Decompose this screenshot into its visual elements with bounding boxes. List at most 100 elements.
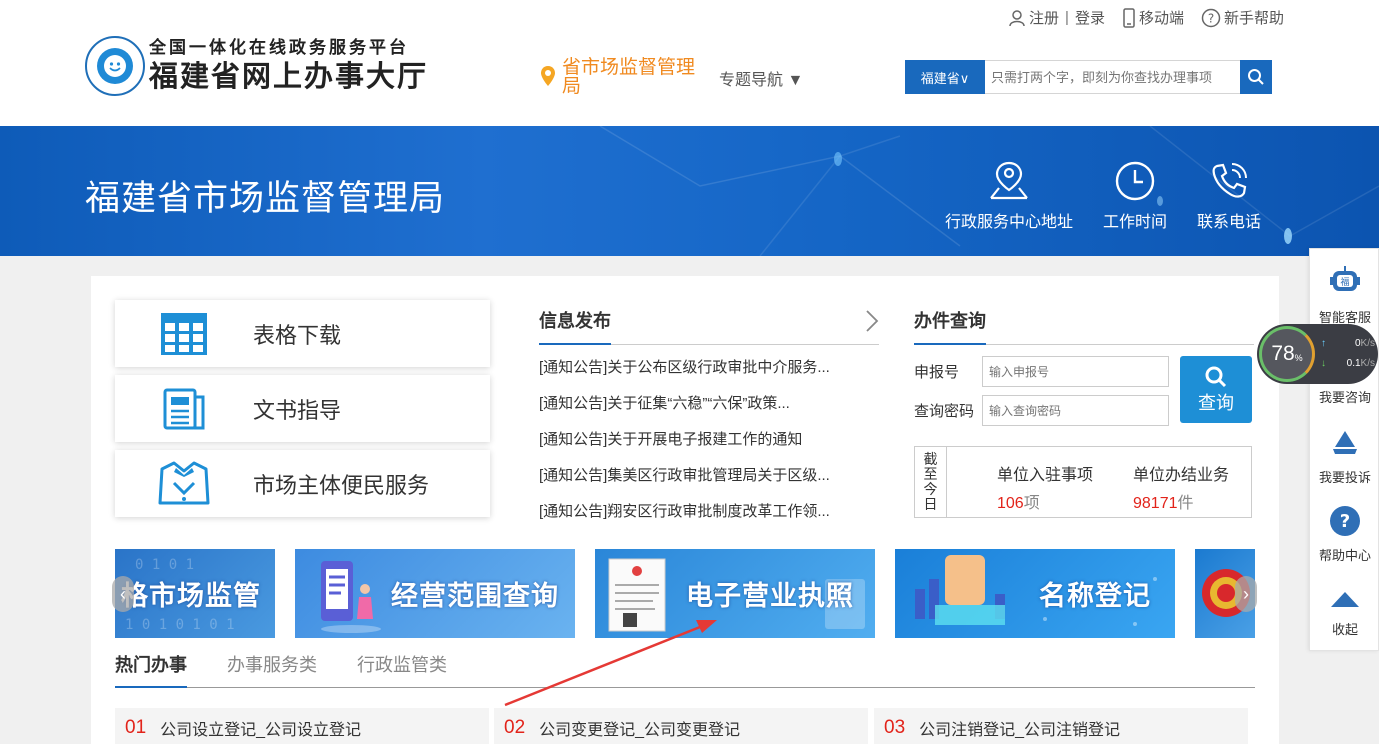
help-label: 新手帮助 xyxy=(1223,10,1284,27)
search-button[interactable] xyxy=(1240,60,1272,94)
query-button[interactable]: 查询 xyxy=(1180,356,1252,423)
stat-items-value: 106 xyxy=(997,495,1024,512)
header: 注册 | 登录 移动端 ? 新手帮助 全国一体化在线政务服务平台 福建省网上办事… xyxy=(0,0,1379,126)
carousel-prev-button[interactable]: ‹ xyxy=(112,576,134,612)
work-hours-link[interactable]: 工作时间 xyxy=(1103,160,1167,232)
network-speed-widget[interactable]: 78% ↑ 0K/s ↓ 0.1K/s xyxy=(1257,324,1378,384)
news-title: 信息发布 xyxy=(539,309,611,345)
chevron-right-icon xyxy=(866,310,879,332)
register-link[interactable]: 注册 xyxy=(1008,7,1059,28)
slide-title: 经营范围查询 xyxy=(391,581,559,611)
service-center-address-link[interactable]: 行政服务中心地址 xyxy=(945,160,1073,232)
search-bar: 福建省∨ xyxy=(905,60,1272,94)
hot-item-number: 01 xyxy=(125,717,147,738)
stat-completed-label: 单位办结业务 xyxy=(1133,467,1230,484)
news-item[interactable]: [通知公告]关于征集“六稳”“六保”政策... xyxy=(539,392,879,428)
carousel-slide-e-license[interactable]: 电子营业执照 xyxy=(595,549,875,638)
hot-item[interactable]: 01 公司设立登记_公司设立登记 xyxy=(115,708,489,744)
service-center-address-label: 行政服务中心地址 xyxy=(945,214,1074,231)
carousel-slide-business-scope[interactable]: 经营范围查询 xyxy=(295,549,575,638)
location-label: 省市场监督管理局 xyxy=(562,57,696,97)
carousel-next-button[interactable]: › xyxy=(1235,576,1257,612)
search-region-select[interactable]: 福建省∨ xyxy=(905,60,985,94)
tab-administrative-supervision[interactable]: 行政监管类 xyxy=(357,652,447,688)
query-button-label: 查询 xyxy=(1198,392,1234,413)
collapse-label: 收起 xyxy=(1331,622,1358,637)
divider: | xyxy=(1065,9,1069,26)
topic-nav-dropdown[interactable]: 专题导航 ▼ xyxy=(719,66,803,90)
work-hours-label: 工作时间 xyxy=(1103,214,1168,231)
mobile-icon xyxy=(1123,7,1135,28)
category-tabs: 热门办事 办事服务类 行政监管类 xyxy=(115,652,1255,688)
carousel-slide-market-supervision[interactable]: 1 0 1 0 1 0 1 0 1 0 1 格市场监管 xyxy=(115,549,275,638)
stat-completed-unit: 件 xyxy=(1177,495,1194,512)
upload-speed: ↑ 0K/s xyxy=(1321,338,1375,349)
document-guide-button[interactable]: 文书指导 xyxy=(115,375,490,442)
send-paper-icon xyxy=(1333,431,1357,454)
smart-service-button[interactable]: 福 智能客服 xyxy=(1310,263,1379,326)
question-icon: ? xyxy=(1201,8,1221,27)
stat-items-label: 单位入驻事项 xyxy=(997,467,1094,484)
logo-emblem xyxy=(85,36,145,96)
robot-icon: 福 xyxy=(1330,266,1360,291)
search-icon xyxy=(1205,366,1227,387)
memory-gauge: 78% xyxy=(1259,326,1315,382)
slide-title: 电子营业执照 xyxy=(686,581,854,611)
clock-icon xyxy=(1115,161,1155,201)
map-pin-icon xyxy=(541,66,555,86)
complaint-button[interactable]: 我要投诉 xyxy=(1310,427,1379,486)
register-label: 注册 xyxy=(1029,10,1060,27)
case-query-section: 办件查询 申报号 查询密码 查询 截至今日 单位入驻事项 106项 单位办结业务… xyxy=(914,309,1254,518)
news-item[interactable]: [通知公告]翔安区行政审批制度改革工作领... xyxy=(539,500,879,536)
stats-box: 截至今日 单位入驻事项 106项 单位办结业务 98171件 xyxy=(914,446,1252,518)
logo-subtitle: 全国一体化在线政务服务平台 xyxy=(149,38,409,58)
market-entity-service-label: 市场主体便民服务 xyxy=(253,472,430,498)
main-content: 表格下载 文书指导 市场主体便民服务 信息发布 [通知公告]关于公布区级行政审批… xyxy=(91,276,1279,744)
banner-carousel: 1 0 1 0 1 0 1 0 1 0 1 格市场监管 经营范围查询 电子营业执照… xyxy=(115,549,1255,638)
mobile-label: 移动端 xyxy=(1138,10,1184,27)
stat-completed-value: 98171 xyxy=(1133,495,1178,512)
search-input[interactable] xyxy=(985,60,1240,94)
tab-service-category[interactable]: 办事服务类 xyxy=(227,652,317,688)
triangle-up-icon xyxy=(1331,592,1359,607)
hot-item[interactable]: 02 公司变更登记_公司变更登记 xyxy=(494,708,868,744)
market-entity-service-button[interactable]: 市场主体便民服务 xyxy=(115,450,490,517)
location-selector[interactable]: 省市场监督管理局 xyxy=(540,58,707,96)
news-list: [通知公告]关于公布区级行政审批中介服务... [通知公告]关于征集“六稳”“六… xyxy=(539,356,879,536)
complaint-label: 我要投诉 xyxy=(1318,470,1371,485)
document-icon xyxy=(163,388,205,429)
apply-number-input[interactable] xyxy=(982,356,1169,387)
help-center-button[interactable]: ? 帮助中心 xyxy=(1310,505,1379,564)
form-download-button[interactable]: 表格下载 xyxy=(115,300,490,367)
stats-date-label: 截至今日 xyxy=(915,447,947,517)
collapse-button[interactable]: 收起 xyxy=(1310,589,1379,638)
stat-items-unit: 项 xyxy=(1023,495,1040,512)
news-item[interactable]: [通知公告]关于开展电子报建工作的通知 xyxy=(539,428,879,464)
query-password-input[interactable] xyxy=(982,395,1169,426)
site-logo[interactable]: 全国一体化在线政务服务平台 福建省网上办事大厅 xyxy=(85,36,428,96)
download-value: 0.1 xyxy=(1346,358,1361,369)
login-link[interactable]: 登录 xyxy=(1075,7,1105,28)
contact-phone-label: 联系电话 xyxy=(1197,214,1262,231)
hot-item-title: 公司变更登记_公司变更登记 xyxy=(539,722,741,739)
news-item[interactable]: [通知公告]关于公布区级行政审批中介服务... xyxy=(539,356,879,392)
slide-title: 格市场监管 xyxy=(121,581,261,611)
svg-text:福: 福 xyxy=(1340,276,1349,288)
help-circle-icon: ? xyxy=(1330,506,1360,536)
carousel-slide-name-registration[interactable]: 名称登记 xyxy=(895,549,1175,638)
contact-phone-link[interactable]: 联系电话 xyxy=(1197,160,1261,232)
news-more-button[interactable] xyxy=(865,309,879,338)
news-item[interactable]: [通知公告]集美区行政审批管理局关于区级... xyxy=(539,464,879,500)
help-center-label: 帮助中心 xyxy=(1318,548,1371,563)
query-title: 办件查询 xyxy=(914,309,986,345)
logo-title: 福建省网上办事大厅 xyxy=(149,59,429,93)
upload-unit: K/s xyxy=(1360,338,1375,349)
consult-button[interactable]: 我要咨询 xyxy=(1310,387,1379,406)
mobile-link[interactable]: 移动端 xyxy=(1122,7,1184,28)
help-link[interactable]: ? 新手帮助 xyxy=(1201,7,1284,28)
tab-hot-services[interactable]: 热门办事 xyxy=(115,652,187,688)
news-section: 信息发布 [通知公告]关于公布区级行政审批中介服务... [通知公告]关于征集“… xyxy=(539,309,879,536)
search-icon xyxy=(1248,69,1264,85)
hot-item[interactable]: 03 公司注销登记_公司注销登记 xyxy=(874,708,1248,744)
memory-percent: 78 xyxy=(1271,342,1295,365)
